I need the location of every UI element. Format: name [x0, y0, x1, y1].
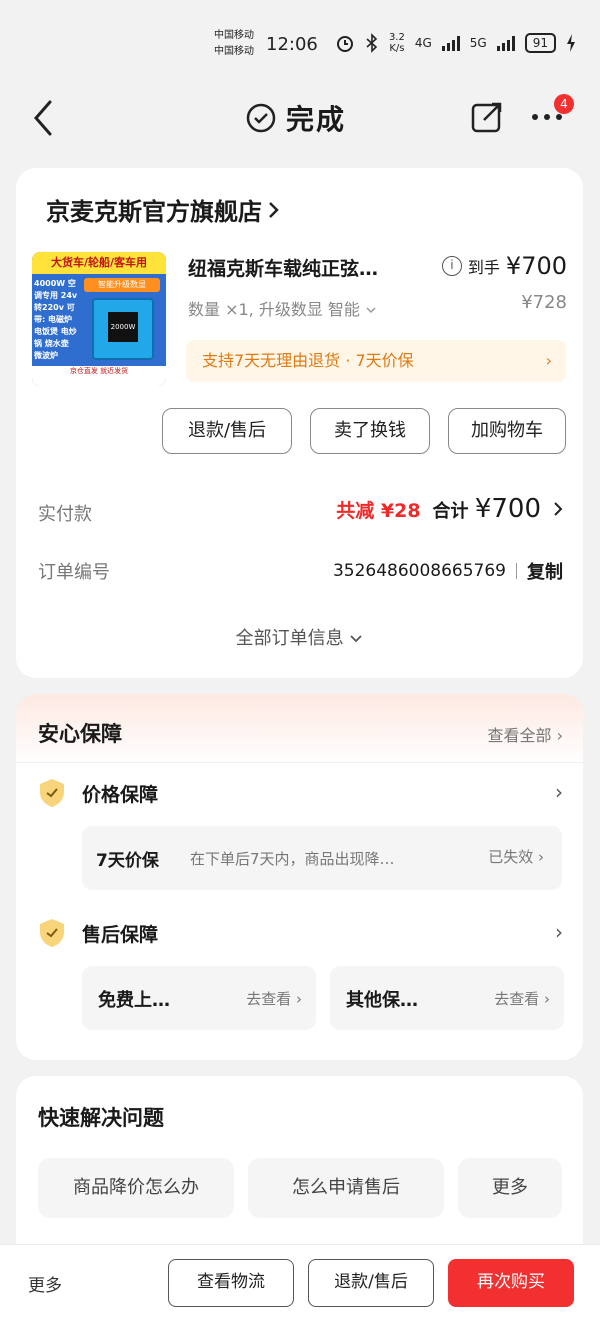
- status-bar: 中国移动 中国移动 12:06 3.2 K/s 4G 5G 91: [0, 0, 600, 80]
- bluetooth-icon: [366, 33, 378, 53]
- shield-check-icon: [40, 919, 64, 947]
- product-image[interactable]: 大货车/轮船/客车用 4000W 空调专用 24v转220v 可带: 电磁炉 电…: [32, 252, 166, 386]
- copy-button[interactable]: 复制: [527, 558, 563, 584]
- info-icon: i: [441, 256, 462, 276]
- final-price-value: ¥700: [505, 252, 567, 280]
- after-sale-item-2-action-text: 去查看: [494, 990, 540, 1008]
- product-spec[interactable]: 数量 ×1, 升级数显 智能: [188, 296, 377, 320]
- notification-badge: 4: [554, 94, 574, 114]
- product-image-footer: 京仓直发 就近发货: [32, 366, 166, 386]
- product-image-tag: 智能升级数显: [84, 278, 160, 292]
- more-dots-icon: [532, 114, 562, 120]
- product-image-features: 4000W 空调专用 24v转220v 可带: 电磁炉 电饭煲 电炒锅 烧水壶 …: [34, 279, 78, 360]
- alarm-icon: [336, 36, 353, 52]
- net-type-2: 5G: [469, 36, 487, 50]
- total-amount: 合计 ¥700: [433, 494, 541, 524]
- shield-check-icon: [40, 779, 64, 807]
- back-icon[interactable]: [28, 96, 58, 140]
- carrier-info: 中国移动 中国移动: [214, 28, 254, 60]
- check-circle-icon: [246, 103, 276, 133]
- price-guarantee-title: 价格保障: [82, 784, 159, 806]
- after-sale-item-1-action-text: 去查看: [246, 990, 292, 1008]
- sell-button[interactable]: 卖了换钱: [310, 408, 430, 454]
- product-image-device: 2000W: [92, 298, 154, 360]
- page-title: 完成: [246, 98, 346, 138]
- order-number-row: 3526486008665769 复制: [333, 558, 563, 584]
- price-protection-desc: 在下单后7天内，商品出现降…: [190, 850, 395, 868]
- after-sale-guarantee-title: 售后保障: [82, 924, 159, 946]
- page-title-text: 完成: [286, 103, 347, 136]
- signal-icon: [441, 35, 460, 51]
- signal-icon: [496, 35, 515, 51]
- original-price: ¥728: [521, 292, 567, 313]
- chevron-right-icon: ›: [545, 351, 552, 370]
- discount-amount: 共减 ¥28: [336, 499, 421, 522]
- divider: [16, 762, 583, 763]
- product-title[interactable]: 纽福克斯车载纯正弦…: [188, 254, 428, 281]
- status-time: 12:06: [266, 34, 318, 55]
- chevron-down-icon: [350, 635, 362, 643]
- price-protection-item[interactable]: 7天价保 在下单后7天内，商品出现降… 已失效 ›: [82, 826, 562, 890]
- chevron-right-icon[interactable]: ›: [555, 920, 563, 944]
- chevron-right-icon[interactable]: ›: [555, 780, 563, 804]
- total-value: ¥700: [474, 494, 541, 524]
- order-number-label: 订单编号: [38, 562, 110, 583]
- quick-help-chip-more[interactable]: 更多: [458, 1158, 562, 1218]
- shop-link[interactable]: 京麦克斯官方旗舰店: [46, 192, 280, 227]
- final-price[interactable]: i 到手 ¥700: [441, 252, 567, 280]
- more-menu-button[interactable]: 4: [530, 94, 574, 132]
- buy-again-button[interactable]: 再次购买: [448, 1259, 574, 1307]
- price-protection-name: 7天价保: [96, 851, 159, 871]
- order-card: 京麦克斯官方旗舰店 大货车/轮船/客车用 4000W 空调专用 24v转220v…: [16, 168, 583, 678]
- price-protection-status-text: 已失效: [488, 848, 534, 866]
- total-label: 合计: [432, 501, 469, 522]
- product-spec-text: 数量 ×1, 升级数显 智能: [188, 300, 360, 319]
- service-promise-text: 支持7天无理由退货 · 7天价保: [202, 351, 414, 370]
- after-sale-item-1-name: 免费上…: [98, 990, 170, 1011]
- after-sale-item-2-action: 去查看 ›: [494, 990, 550, 1008]
- product-image-banner: 大货车/轮船/客车用: [32, 252, 166, 274]
- nav-bar: 完成 4: [0, 88, 600, 148]
- shop-name: 京麦克斯官方旗舰店: [46, 198, 262, 226]
- quick-help-chip-after-sale[interactable]: 怎么申请售后: [248, 1158, 444, 1218]
- bottom-refund-button[interactable]: 退款/售后: [308, 1259, 434, 1307]
- all-order-info-label: 全部订单信息: [235, 628, 344, 649]
- battery-icon: 91: [524, 33, 556, 53]
- chevron-right-icon: [554, 502, 563, 516]
- bottom-action-bar: 更多 查看物流 退款/售后 再次购买: [0, 1244, 600, 1320]
- divider: [516, 563, 517, 579]
- price-protection-status: 已失效 ›: [488, 848, 544, 866]
- view-all-label: 查看全部: [487, 726, 552, 745]
- final-price-label: 到手: [467, 258, 500, 277]
- payment-summary[interactable]: 共减 ¥28 合计 ¥700: [336, 494, 563, 524]
- quick-help-chip-price-drop[interactable]: 商品降价怎么办: [38, 1158, 234, 1218]
- chevron-right-icon: [269, 201, 279, 218]
- status-icons: 3.2 K/s 4G 5G 91: [335, 32, 576, 54]
- product-image-screen: 2000W: [108, 312, 138, 342]
- charging-icon: [567, 34, 575, 52]
- share-icon[interactable]: [470, 100, 504, 134]
- carrier-2: 中国移动: [214, 46, 254, 57]
- all-order-info-toggle[interactable]: 全部订单信息: [16, 624, 583, 650]
- carrier-1: 中国移动: [214, 30, 254, 41]
- quick-help-title: 快速解决问题: [38, 1106, 164, 1130]
- add-to-cart-button[interactable]: 加购物车: [448, 408, 566, 454]
- after-sale-item-1-action: 去查看 ›: [246, 990, 302, 1008]
- service-promise-bar[interactable]: 支持7天无理由退货 · 7天价保 ›: [186, 340, 566, 382]
- chevron-down-icon: [366, 307, 376, 314]
- after-sale-item-2-name: 其他保…: [346, 990, 418, 1011]
- after-sale-item-1[interactable]: 免费上… 去查看 ›: [82, 966, 316, 1030]
- view-all-guarantees-link[interactable]: 查看全部 ›: [488, 722, 564, 746]
- guarantee-card: 安心保障 查看全部 › 价格保障 › 7天价保 在下单后7天内，商品出现降… 已…: [16, 694, 583, 1060]
- track-shipment-button[interactable]: 查看物流: [168, 1259, 294, 1307]
- after-sale-item-2[interactable]: 其他保… 去查看 ›: [330, 966, 564, 1030]
- refund-button[interactable]: 退款/售后: [162, 408, 292, 454]
- net-type-1: 4G: [414, 36, 432, 50]
- paid-label: 实付款: [38, 504, 92, 525]
- bottom-more-button[interactable]: 更多: [28, 1271, 62, 1296]
- net-speed: 3.2 K/s: [388, 32, 405, 54]
- guarantee-title: 安心保障: [38, 722, 122, 746]
- order-number: 3526486008665769: [332, 561, 506, 581]
